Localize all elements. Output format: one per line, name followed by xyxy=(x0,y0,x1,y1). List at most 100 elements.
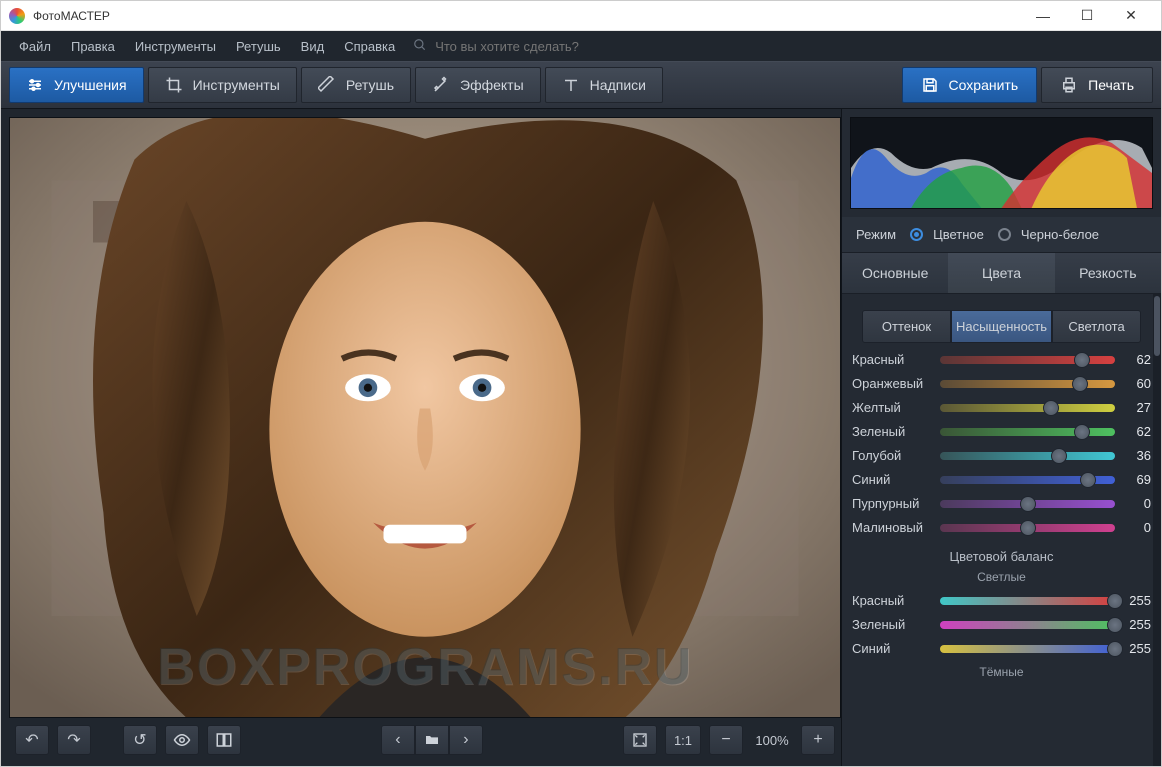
slider-thumb[interactable] xyxy=(1074,424,1090,440)
balance-title: Цветовой баланс xyxy=(852,549,1151,564)
tab-label: Инструменты xyxy=(193,77,280,93)
slider-row: Синий 69 xyxy=(852,472,1151,487)
next-image-button[interactable]: › xyxy=(449,725,483,755)
slider-label: Малиновый xyxy=(852,520,932,535)
slider-value: 255 xyxy=(1123,593,1151,608)
mode-bw-radio[interactable]: Черно-белое xyxy=(998,227,1099,242)
slider-value: 0 xyxy=(1123,496,1151,511)
slider-label: Пурпурный xyxy=(852,496,932,511)
reset-button[interactable]: ↺ xyxy=(123,725,157,755)
sliders-icon xyxy=(26,76,44,94)
slider-label: Зеленый xyxy=(852,424,932,439)
slider-track[interactable] xyxy=(940,476,1115,484)
main-tabs: Основные Цвета Резкость xyxy=(842,253,1161,294)
tab-effects[interactable]: Эффекты xyxy=(415,67,541,103)
save-button[interactable]: Сохранить xyxy=(902,67,1038,103)
slider-thumb[interactable] xyxy=(1072,376,1088,392)
tab-sharpness[interactable]: Резкость xyxy=(1055,253,1161,294)
image-canvas[interactable]: BOXPROGRAMS.RU xyxy=(9,117,841,718)
scrollbar[interactable] xyxy=(1153,294,1161,766)
maximize-button[interactable]: ☐ xyxy=(1065,2,1109,30)
tab-basic[interactable]: Основные xyxy=(842,253,948,294)
menu-edit[interactable]: Правка xyxy=(63,35,123,58)
radio-icon xyxy=(998,228,1011,241)
tab-text[interactable]: Надписи xyxy=(545,67,663,103)
subtab-lightness[interactable]: Светлота xyxy=(1052,310,1141,343)
mode-label: Режим xyxy=(856,227,896,242)
slider-track[interactable] xyxy=(940,621,1115,629)
titlebar: ФотоМАСТЕР — ☐ ✕ xyxy=(1,1,1161,31)
crop-icon xyxy=(165,76,183,94)
tab-enhancements[interactable]: Улучшения xyxy=(9,67,144,103)
zoom-in-button[interactable]: + xyxy=(801,725,835,755)
slider-thumb[interactable] xyxy=(1020,520,1036,536)
slider-label: Зеленый xyxy=(852,617,932,632)
menu-help[interactable]: Справка xyxy=(336,35,403,58)
menu-tools[interactable]: Инструменты xyxy=(127,35,224,58)
slider-row: Синий255 xyxy=(852,641,1151,656)
minimize-button[interactable]: — xyxy=(1021,2,1065,30)
slider-value: 255 xyxy=(1123,641,1151,656)
mode-color-radio[interactable]: Цветное xyxy=(910,227,984,242)
print-label: Печать xyxy=(1088,77,1134,93)
balance-sub-light: Светлые xyxy=(852,570,1151,584)
slider-row: Голубой36 xyxy=(852,448,1151,463)
slider-track[interactable] xyxy=(940,597,1115,605)
fit-button[interactable] xyxy=(623,725,657,755)
browse-button[interactable] xyxy=(415,725,449,755)
histogram xyxy=(850,117,1153,209)
close-button[interactable]: ✕ xyxy=(1109,2,1153,30)
tab-retouch[interactable]: Ретушь xyxy=(301,67,411,103)
search-input[interactable] xyxy=(435,39,635,54)
compare-button[interactable] xyxy=(207,725,241,755)
undo-button[interactable]: ↶ xyxy=(15,725,49,755)
print-button[interactable]: Печать xyxy=(1041,67,1153,103)
slider-thumb[interactable] xyxy=(1107,617,1123,633)
slider-label: Желтый xyxy=(852,400,932,415)
balance-sub-dark: Тёмные xyxy=(852,665,1151,679)
slider-value: 69 xyxy=(1123,472,1151,487)
slider-track[interactable] xyxy=(940,452,1115,460)
tab-label: Эффекты xyxy=(460,77,524,93)
slider-value: 27 xyxy=(1123,400,1151,415)
subtab-hue[interactable]: Оттенок xyxy=(862,310,951,343)
bottom-toolbar: ↶ ↷ ↺ ‹ › xyxy=(9,718,841,762)
slider-track[interactable] xyxy=(940,524,1115,532)
slider-thumb[interactable] xyxy=(1074,352,1090,368)
slider-thumb[interactable] xyxy=(1107,593,1123,609)
slider-thumb[interactable] xyxy=(1080,472,1096,488)
preview-button[interactable] xyxy=(165,725,199,755)
tab-colors[interactable]: Цвета xyxy=(948,253,1054,294)
slider-label: Оранжевый xyxy=(852,376,932,391)
folder-icon xyxy=(424,732,440,748)
slider-value: 0 xyxy=(1123,520,1151,535)
slider-label: Синий xyxy=(852,472,932,487)
slider-track[interactable] xyxy=(940,404,1115,412)
search-icon xyxy=(413,38,427,55)
slider-thumb[interactable] xyxy=(1043,400,1059,416)
slider-thumb[interactable] xyxy=(1107,641,1123,657)
actual-size-button[interactable]: 1:1 xyxy=(665,725,701,755)
slider-track[interactable] xyxy=(940,500,1115,508)
redo-button[interactable]: ↷ xyxy=(57,725,91,755)
slider-label: Красный xyxy=(852,352,932,367)
zoom-out-button[interactable]: − xyxy=(709,725,743,755)
text-icon xyxy=(562,76,580,94)
slider-row: Красный62 xyxy=(852,352,1151,367)
slider-track[interactable] xyxy=(940,356,1115,364)
slider-track[interactable] xyxy=(940,645,1115,653)
prev-image-button[interactable]: ‹ xyxy=(381,725,415,755)
menu-file[interactable]: Файл xyxy=(11,35,59,58)
slider-thumb[interactable] xyxy=(1051,448,1067,464)
app-logo-icon xyxy=(9,8,25,24)
slider-track[interactable] xyxy=(940,380,1115,388)
mode-row: Режим Цветное Черно-белое xyxy=(842,217,1161,253)
slider-value: 62 xyxy=(1123,424,1151,439)
menu-retouch[interactable]: Ретушь xyxy=(228,35,289,58)
subtab-saturation[interactable]: Насыщенность xyxy=(951,310,1052,343)
slider-thumb[interactable] xyxy=(1020,496,1036,512)
tab-instruments[interactable]: Инструменты xyxy=(148,67,297,103)
slider-label: Красный xyxy=(852,593,932,608)
slider-track[interactable] xyxy=(940,428,1115,436)
menu-view[interactable]: Вид xyxy=(293,35,333,58)
